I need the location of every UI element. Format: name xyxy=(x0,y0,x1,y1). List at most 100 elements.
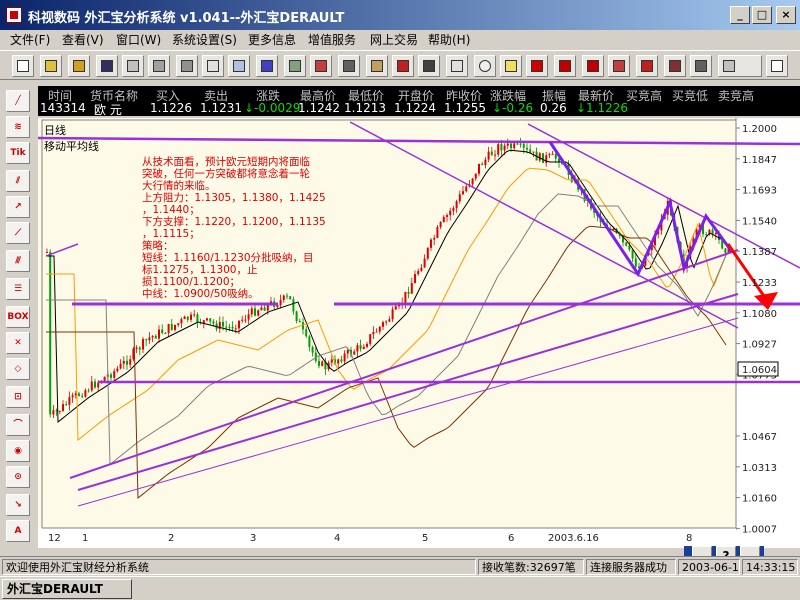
candle-body xyxy=(471,178,474,185)
candle-body xyxy=(436,227,439,238)
status-connection: 连接服务器成功 xyxy=(586,559,676,575)
window-icon[interactable] xyxy=(228,55,250,77)
candle-body xyxy=(302,322,304,330)
cycle-tool-icon[interactable]: ⌒ xyxy=(6,414,30,436)
quote-latest: ↓1.1226 xyxy=(576,101,629,115)
bar-chart-icon[interactable] xyxy=(256,55,278,77)
trend-icon[interactable] xyxy=(310,55,332,77)
candle-body xyxy=(516,143,519,145)
arrow-up-icon[interactable] xyxy=(554,55,576,77)
folder-icon[interactable] xyxy=(68,55,90,77)
eraser-tool-icon[interactable]: ◇ xyxy=(6,358,30,380)
minimize-button[interactable]: _ xyxy=(730,6,750,24)
copy-icon[interactable] xyxy=(122,55,144,77)
candle-body xyxy=(442,216,445,223)
candle-body xyxy=(71,395,74,398)
indicator-icon[interactable] xyxy=(636,55,658,77)
new-icon[interactable] xyxy=(12,55,34,77)
candlestick-chart[interactable]: 1.2000 1.1847 1.1693 1.1540 1.1387 1.1233 1.10… xyxy=(38,118,800,548)
candle-body xyxy=(724,248,727,253)
news-icon[interactable] xyxy=(500,55,522,77)
list-icon[interactable] xyxy=(766,55,788,77)
menu-settings[interactable]: 系统设置(S) xyxy=(172,32,237,48)
x-axis xyxy=(38,528,736,548)
grid-icon[interactable] xyxy=(284,55,306,77)
text-tool-icon[interactable]: A xyxy=(6,520,30,542)
layout-icon[interactable] xyxy=(446,55,468,77)
tool-icon[interactable] xyxy=(664,55,686,77)
quote-high: 1.1242 xyxy=(298,101,340,115)
candle-body xyxy=(346,349,349,354)
candle-body xyxy=(250,308,253,315)
candle-body xyxy=(295,311,298,322)
candle-icon[interactable] xyxy=(392,55,414,77)
candle-body xyxy=(62,404,64,411)
candle-body xyxy=(705,234,708,236)
new-badge-icon[interactable] xyxy=(526,55,548,77)
candle-body xyxy=(193,314,196,316)
circle-tool-icon[interactable]: ◉ xyxy=(6,440,30,462)
candle-body xyxy=(129,359,132,365)
fib-tool-icon[interactable]: ☰ xyxy=(6,278,30,300)
menu-file[interactable]: 文件(F) xyxy=(10,32,50,48)
candle-body xyxy=(305,329,308,337)
line-tool-icon[interactable]: ╱ xyxy=(6,90,30,112)
menu-help[interactable]: 帮助(H) xyxy=(428,32,470,48)
close-button[interactable]: × xyxy=(776,6,796,24)
arrow-tool-icon[interactable]: ↘ xyxy=(6,494,30,516)
paste-icon[interactable] xyxy=(148,55,170,77)
book-icon[interactable] xyxy=(366,55,388,77)
candle-body xyxy=(484,159,487,166)
candle-body xyxy=(462,191,464,195)
candle-body xyxy=(407,291,410,294)
candle-body xyxy=(497,144,500,155)
clock-icon[interactable] xyxy=(474,55,496,77)
target-tool-icon[interactable]: ⊙ xyxy=(6,466,30,488)
candle-body xyxy=(382,322,384,327)
taskbar-window-button[interactable]: 外汇宝DERAULT xyxy=(2,579,132,599)
candle-body xyxy=(148,337,151,341)
segment-tool-icon[interactable]: ⟋ xyxy=(6,222,30,244)
candle-body xyxy=(145,339,148,341)
candle-body xyxy=(84,390,87,397)
candle-body xyxy=(522,143,525,148)
box-tool-icon[interactable]: BOX xyxy=(6,306,30,328)
candle-body xyxy=(494,154,496,156)
candle-body xyxy=(714,232,717,235)
tik-tool-icon[interactable]: Tik xyxy=(6,142,30,164)
y-tick-label: 1.1387 xyxy=(742,247,777,258)
delete-tool-icon[interactable]: ✕ xyxy=(6,332,30,354)
arrow-down-icon[interactable] xyxy=(582,55,604,77)
maximize-button[interactable]: □ xyxy=(752,6,772,24)
fan-tool-icon[interactable]: ≋ xyxy=(6,116,30,138)
channel-tool-icon[interactable]: ⫽ xyxy=(6,170,30,192)
draw-line-icon[interactable] xyxy=(418,55,440,77)
y-tick-label: 1.1693 xyxy=(742,186,777,197)
menu-more-info[interactable]: 更多信息 xyxy=(248,32,296,48)
print-icon[interactable] xyxy=(176,55,198,77)
wrench-icon[interactable] xyxy=(690,55,712,77)
menu-view[interactable]: 查看(V) xyxy=(62,32,104,48)
view-dropdown[interactable] xyxy=(718,55,762,77)
ray-tool-icon[interactable]: ↗ xyxy=(6,196,30,218)
candle-body xyxy=(404,291,407,304)
candle-body xyxy=(529,149,532,153)
y-tick-label: 1.0160 xyxy=(742,494,777,505)
candle-body xyxy=(542,153,544,163)
open-icon[interactable] xyxy=(40,55,62,77)
menu-online-trading[interactable]: 网上交易 xyxy=(370,32,418,48)
candle-body xyxy=(167,324,170,334)
menu-window[interactable]: 窗口(W) xyxy=(116,32,161,48)
chain-icon[interactable] xyxy=(338,55,360,77)
save-icon[interactable] xyxy=(96,55,118,77)
candle-body xyxy=(247,314,250,320)
zoom-tool-icon[interactable]: ⊡ xyxy=(6,386,30,408)
menu-value-added[interactable]: 增值服务 xyxy=(308,32,356,48)
table-icon[interactable] xyxy=(202,55,224,77)
compare-icon[interactable] xyxy=(608,55,630,77)
candle-body xyxy=(206,318,208,321)
candle-body xyxy=(244,319,247,321)
candle-body xyxy=(628,245,631,250)
parallel-tool-icon[interactable]: ⫻ xyxy=(6,250,30,272)
candle-body xyxy=(548,154,551,156)
